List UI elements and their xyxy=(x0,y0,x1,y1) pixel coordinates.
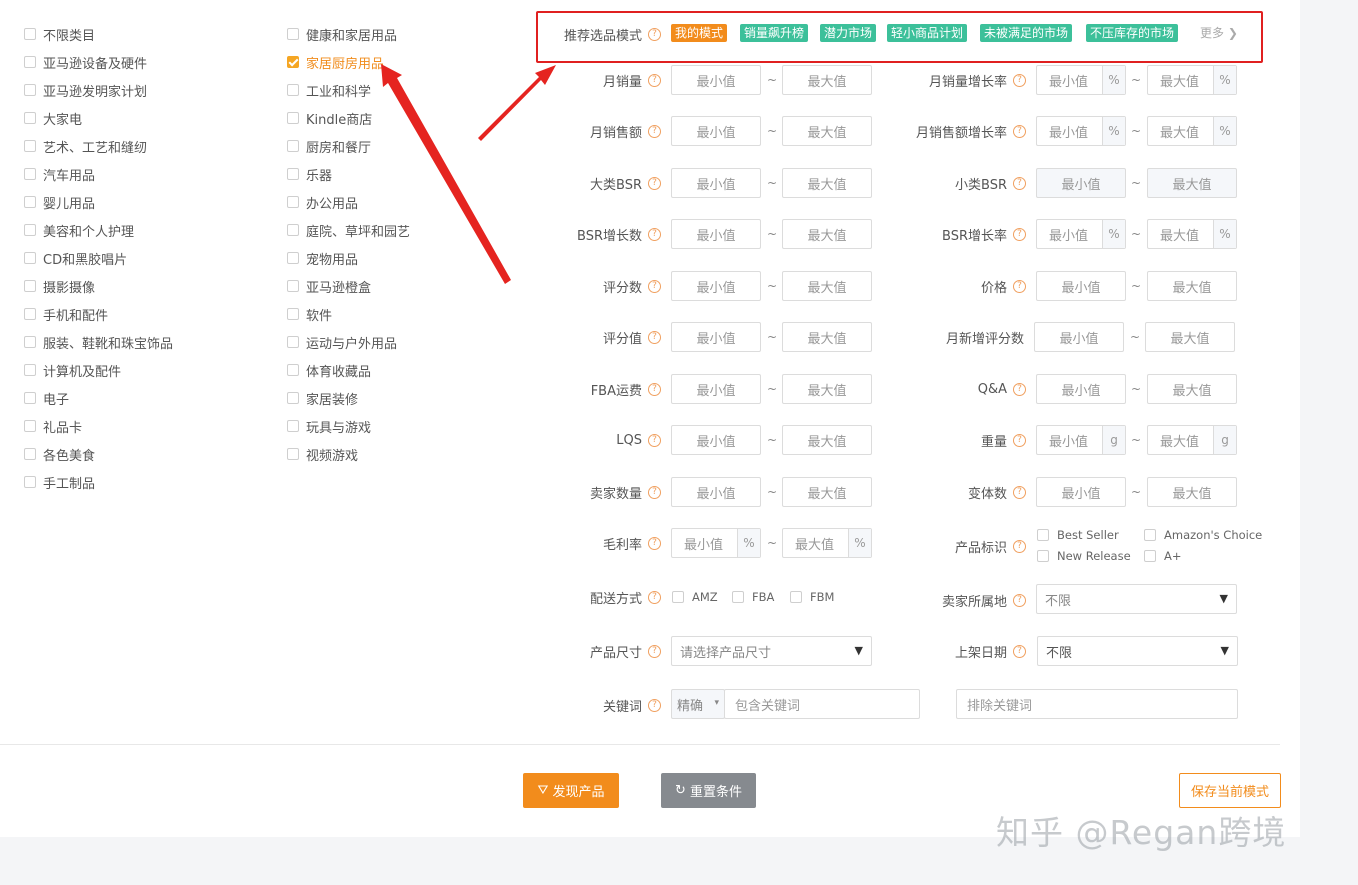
arrow-to-category xyxy=(381,64,511,284)
arrow-to-mode xyxy=(478,65,556,141)
annotation-arrows xyxy=(381,64,556,284)
